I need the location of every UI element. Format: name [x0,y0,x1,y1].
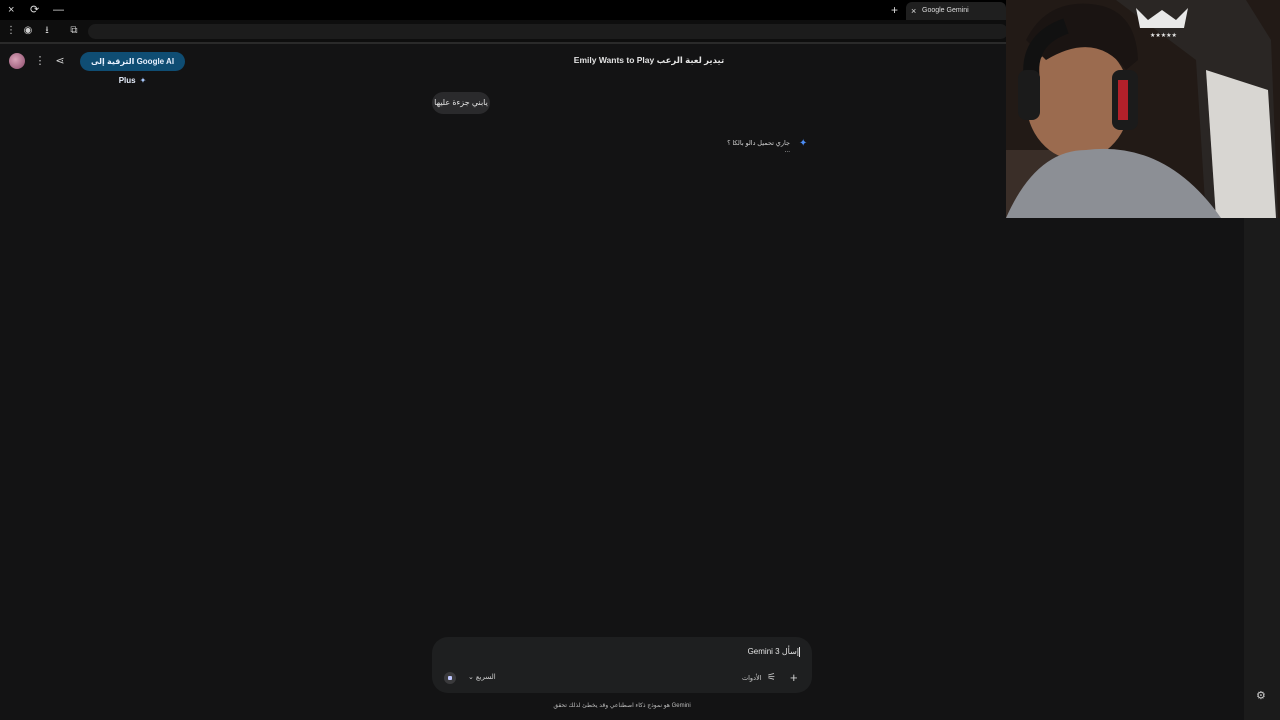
tab-close-icon[interactable]: × [911,2,916,20]
menu-dots-icon[interactable]: ⋮ [4,24,18,38]
assistant-reply-text: جاري تحميل دالو بالكا ؟ ... [727,140,790,154]
window-close-icon[interactable]: × [8,2,14,18]
prompt-input-text: إسأل Gemini 3 [747,647,799,657]
download-icon[interactable]: ⭳ [40,24,54,38]
page-title: تيدير لعبة الرعب Emily Wants to Play [573,55,725,65]
chevron-down-icon: ⌄ [468,674,474,681]
upgrade-label: الترقية إلى Google AI Plus [90,57,175,85]
tools-sliders-icon[interactable]: ⚟ [767,672,776,683]
footer-disclaimer: Gemini هو نموذج ذكاء اصطناعي وقد يخطئ لذ… [553,703,691,709]
tab-title: Google Gemini [922,7,969,14]
user-message-bubble: يابني جزءة عليها [432,92,490,114]
window-reload-icon[interactable]: ⟳ [30,2,39,18]
new-tab-button[interactable]: + [891,2,898,18]
avatar[interactable] [9,53,25,69]
share-icon[interactable]: ⋖ [53,54,67,68]
extensions-icon[interactable]: ⧉ [67,24,81,38]
tab-gemini[interactable]: × Google Gemini [906,2,1006,20]
window-minimize-icon[interactable]: — [53,2,64,18]
add-attachment-button[interactable]: + [790,671,798,685]
prompt-input[interactable]: إسأل Gemini 3 [748,647,800,657]
model-picker[interactable]: السريع ⌄ [468,673,496,681]
svg-text:★★★★★: ★★★★★ [1150,32,1177,39]
webcam-overlay: ★★★★★ [1006,0,1280,218]
gemini-spark-icon: ✦ [799,138,808,149]
more-options-icon[interactable]: ⋮ [33,54,47,68]
address-bar[interactable] [88,24,1008,39]
sparkle-icon: ✦ [139,76,147,85]
upgrade-button[interactable]: الترقية إلى Google AI Plus ✦ [80,52,185,85]
gear-icon[interactable]: ⚙ [1256,689,1266,702]
profile-icon[interactable]: ◉ [21,24,35,38]
model-label: السريع [475,674,496,681]
prompt-composer[interactable]: إسأل Gemini 3 [432,637,812,693]
stop-button[interactable] [444,672,456,684]
tools-button[interactable]: الأدوات [742,674,761,682]
text-caret [799,647,800,657]
